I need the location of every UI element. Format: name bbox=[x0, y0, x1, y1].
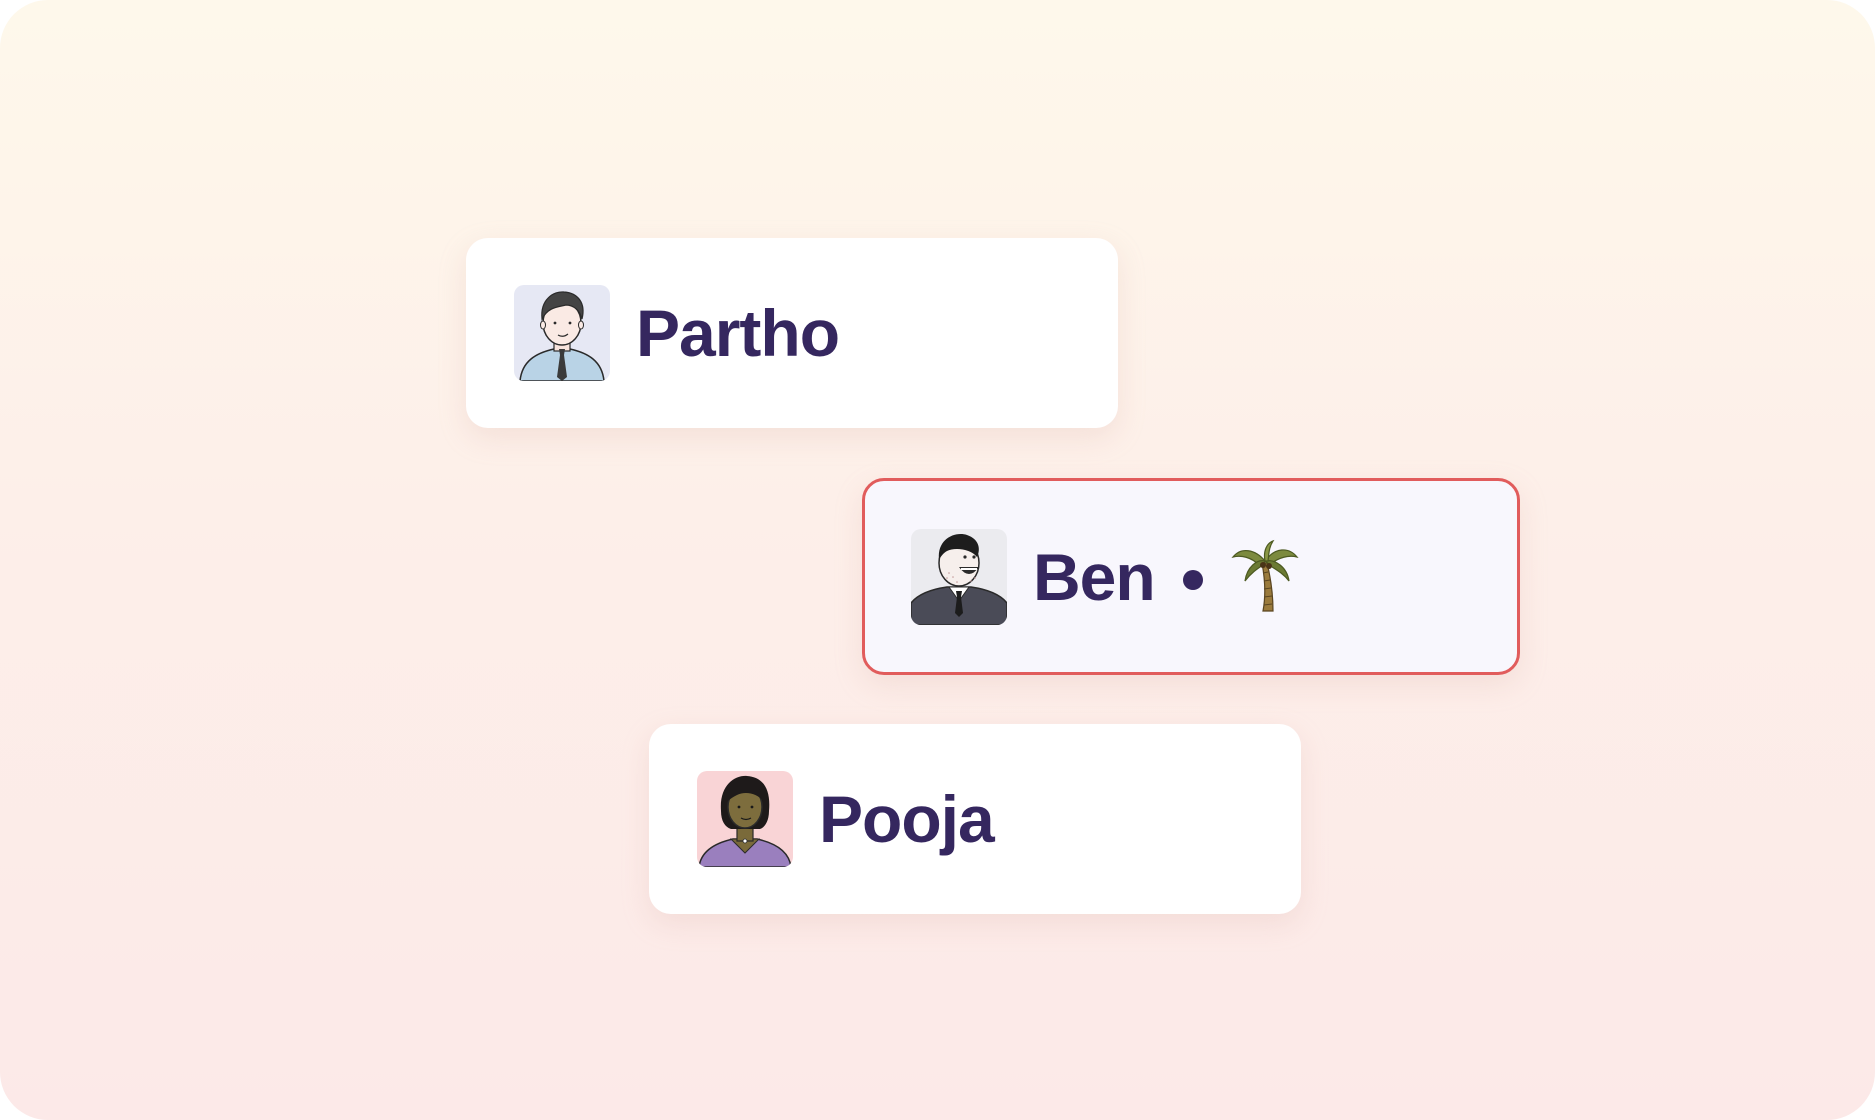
pooja-avatar-icon bbox=[697, 771, 793, 867]
user-name: Ben bbox=[1033, 539, 1156, 614]
separator-dot bbox=[1182, 569, 1203, 590]
user-card-pooja[interactable]: Pooja bbox=[649, 724, 1301, 914]
user-name: Partho bbox=[636, 296, 840, 370]
partho-avatar-icon bbox=[514, 285, 610, 381]
name-row: Pooja bbox=[819, 782, 995, 856]
name-row: Partho bbox=[636, 296, 840, 370]
ben-avatar-icon bbox=[911, 528, 1007, 625]
user-card-partho[interactable]: Partho bbox=[466, 238, 1118, 428]
name-row: Ben bbox=[1033, 539, 1301, 615]
background-canvas: Partho Ben Pooja bbox=[0, 0, 1875, 1120]
user-name: Pooja bbox=[819, 782, 995, 856]
palm-tree-icon bbox=[1231, 539, 1299, 612]
user-card-ben[interactable]: Ben bbox=[862, 478, 1520, 675]
